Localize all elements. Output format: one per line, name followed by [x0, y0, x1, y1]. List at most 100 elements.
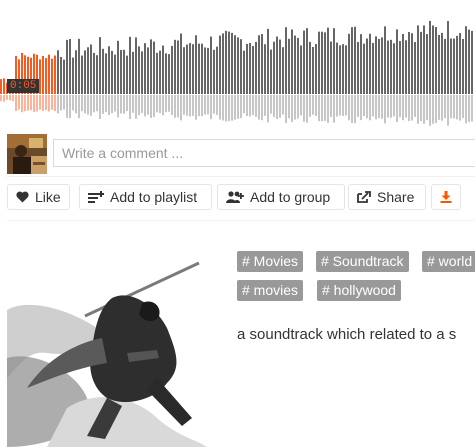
waveform-bar [354, 26, 356, 94]
waveform-bar [198, 43, 200, 94]
waveform-reflection-bar [420, 95, 422, 122]
waveform-reflection-bar [96, 95, 98, 112]
waveform-reflection-bar [108, 95, 110, 116]
waveform-bar [363, 43, 365, 94]
waveform-bar [108, 46, 110, 94]
tag-link[interactable]: # world [422, 251, 475, 272]
waveform-reflection-bar [246, 95, 248, 117]
waveform-reflection-bar [219, 95, 221, 120]
waveform-reflection-bar [243, 95, 245, 114]
tag-link[interactable]: # hollywood [317, 280, 401, 301]
tag-link[interactable]: # movies [237, 280, 304, 301]
waveform-reflection-bar [99, 95, 101, 119]
waveform-bar [234, 35, 236, 94]
waveform-reflection-bar [144, 95, 146, 117]
waveform-bar [183, 47, 185, 94]
waveform-bar [174, 39, 176, 94]
track-artwork [7, 258, 207, 447]
waveform-reflection-bar [234, 95, 236, 120]
waveform-bar [0, 79, 2, 94]
tag-link[interactable]: # Movies [237, 251, 304, 272]
waveform-bar [153, 41, 155, 94]
waveform-bar [111, 50, 113, 94]
waveform-bar [450, 38, 452, 94]
waveform-bar [51, 58, 53, 94]
waveform-bar [261, 34, 263, 94]
waveform-reflection-bar [429, 95, 431, 126]
waveform-reflection-bar [297, 95, 299, 119]
waveform-bar [216, 46, 218, 94]
add-to-group-button[interactable]: Add to group [217, 184, 345, 210]
waveform-bar [123, 49, 125, 94]
waveform-reflection-bar [468, 95, 470, 123]
add-to-playlist-button[interactable]: Add to playlist [79, 184, 212, 210]
share-label: Share [377, 189, 415, 205]
tag-link[interactable]: # Soundtrack [316, 251, 409, 272]
waveform-reflection-bar [189, 95, 191, 117]
like-button[interactable]: Like [7, 184, 70, 210]
waveform-reflection-bar [393, 95, 395, 117]
waveform-bar [138, 46, 140, 94]
waveform-bar [240, 39, 242, 94]
waveform-bar [231, 32, 233, 94]
waveform-reflection-bar [324, 95, 326, 121]
add-to-playlist-label: Add to playlist [110, 189, 198, 205]
waveform-reflection-bar [75, 95, 77, 114]
waveform-bar [411, 33, 413, 94]
divider [7, 176, 475, 177]
waveform-bar [366, 38, 368, 94]
waveform-reflection-bar [81, 95, 83, 112]
waveform-bar [141, 51, 143, 94]
waveform-reflection-bar [270, 95, 272, 114]
waveform-bar [336, 42, 338, 94]
waveform-bars[interactable] [0, 0, 475, 128]
comment-row [0, 134, 475, 174]
share-button[interactable]: Share [348, 184, 426, 210]
waveform-reflection-bar [153, 95, 155, 118]
waveform-reflection-bar [33, 95, 35, 112]
waveform-bar [258, 35, 260, 94]
waveform-bar [342, 44, 344, 94]
comment-input[interactable] [53, 139, 475, 167]
waveform-reflection-bar [303, 95, 305, 122]
download-button[interactable] [431, 184, 461, 210]
waveform-bar [45, 58, 47, 94]
waveform-reflection-bar [285, 95, 287, 124]
waveform-reflection-bar [129, 95, 131, 120]
waveform-bar [129, 36, 131, 94]
waveform-reflection-bar [168, 95, 170, 112]
waveform-reflection-bar [45, 95, 47, 111]
waveform-bar [315, 43, 317, 94]
waveform-reflection-bar [432, 95, 434, 124]
waveform-bar [351, 27, 353, 95]
waveform-reflection-bar [282, 95, 284, 115]
waveform-reflection-bar [84, 95, 86, 114]
waveform-bar [423, 25, 425, 94]
waveform-bar [360, 34, 362, 94]
waveform-bar [393, 43, 395, 94]
waveform-reflection-bar [258, 95, 260, 120]
waveform-reflection-bar [366, 95, 368, 119]
waveform[interactable]: 0:05 [0, 0, 475, 128]
divider [7, 220, 475, 221]
waveform-bar [399, 41, 401, 94]
waveform-bar [309, 41, 311, 94]
waveform-bar [429, 20, 431, 94]
waveform-reflection-bar [39, 95, 41, 110]
waveform-reflection-bar [171, 95, 173, 116]
waveform-bar [462, 38, 464, 94]
waveform-bar [405, 40, 407, 94]
waveform-reflection-bar [369, 95, 371, 121]
waveform-reflection-bar [123, 95, 125, 114]
waveform-bar [408, 31, 410, 95]
waveform-bar [162, 45, 164, 94]
waveform-reflection-bar [294, 95, 296, 120]
waveform-reflection-bar [207, 95, 209, 115]
waveform-reflection-bar [441, 95, 443, 121]
waveform-reflection-bar [348, 95, 350, 121]
waveform-reflection-bar [216, 95, 218, 115]
waveform-reflection-bar [135, 95, 137, 119]
waveform-bar [204, 47, 206, 94]
waveform-bar [396, 29, 398, 94]
waveform-reflection-bar [72, 95, 74, 111]
